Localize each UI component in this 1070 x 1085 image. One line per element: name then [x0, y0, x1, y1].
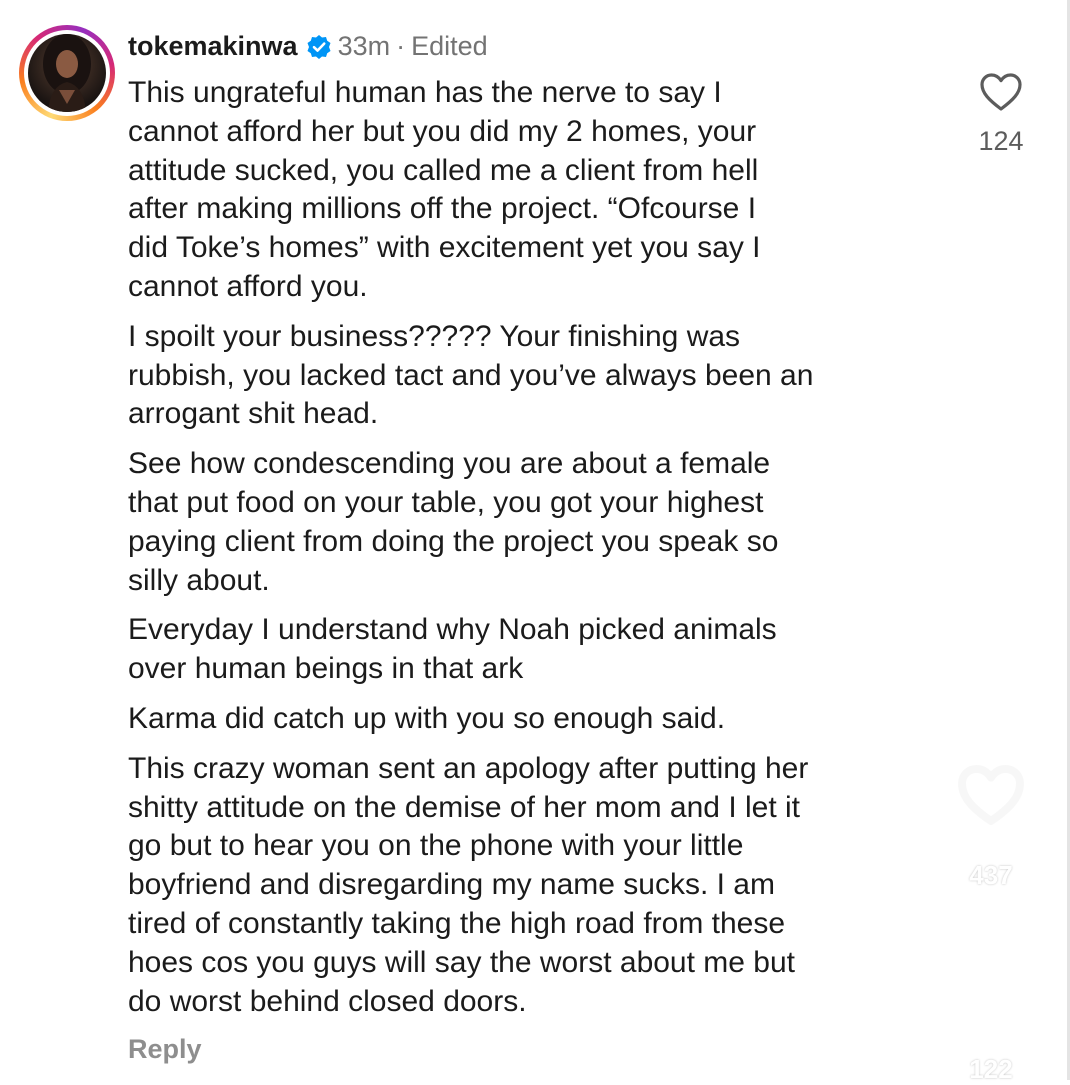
comment-paragraph: I spoilt your business????? Your finishi…	[128, 319, 814, 431]
comment-paragraph: Everyday I understand why Noah picked an…	[128, 613, 777, 686]
comment-paragraph: This crazy woman sent an apology after p…	[128, 751, 809, 1018]
overlay-comment-count: 122	[969, 1054, 1013, 1084]
avatar-story-ring[interactable]	[19, 25, 115, 121]
overlay-like-count: 437	[969, 860, 1013, 890]
comment-like-count: 124	[978, 126, 1024, 156]
overlay-like-button[interactable]: 437	[955, 764, 1027, 891]
avatar-image	[28, 34, 106, 112]
speech-bubble-icon[interactable]	[955, 952, 1027, 1016]
overlay-comment-button[interactable]: 122	[955, 952, 1027, 1085]
comment-header: tokemakinwa 33m · Edited	[128, 28, 488, 64]
avatar[interactable]	[24, 30, 110, 116]
heart-outline-icon[interactable]	[955, 764, 1027, 826]
meta-separator: ·	[396, 31, 406, 61]
comment-paragraph: See how condescending you are about a fe…	[128, 447, 779, 597]
username-link[interactable]: tokemakinwa	[128, 28, 298, 64]
comment-body: This ungrateful human has the nerve to s…	[128, 74, 948, 1032]
comment: tokemakinwa 33m · Edited This ungrateful…	[0, 0, 1070, 1084]
reply-button[interactable]: Reply	[128, 1031, 202, 1067]
heart-outline-icon[interactable]	[975, 72, 1027, 112]
edited-label: Edited	[411, 31, 488, 61]
comment-like-button[interactable]: 124	[975, 72, 1027, 172]
verified-badge-icon	[306, 33, 332, 59]
comment-paragraph: This ungrateful human has the nerve to s…	[128, 76, 761, 303]
timestamp: 33m	[337, 31, 391, 61]
comment-paragraph: Karma did catch up with you so enough sa…	[128, 701, 726, 735]
